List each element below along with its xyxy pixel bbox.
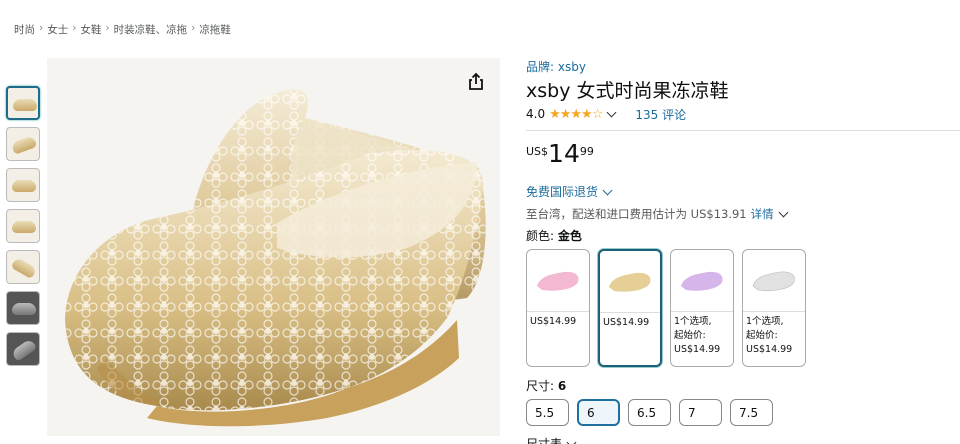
price-currency: US$: [526, 145, 549, 158]
color-swatches: US$14.99 US$14.99 1个选项, 起始价: US$14.99 1个…: [526, 249, 960, 367]
swatch-purple[interactable]: 1个选项, 起始价: US$14.99: [670, 249, 734, 367]
size-selected: 6: [557, 379, 567, 393]
breadcrumb-separator: ›: [39, 22, 44, 34]
swatch-shoe-clear: [752, 271, 795, 291]
share-icon[interactable]: [466, 72, 486, 92]
breadcrumb-separator: ›: [105, 22, 110, 34]
price-whole: 14: [548, 139, 580, 168]
import-fees: 至台湾，配送和进口费用估计为 US$13.91 详情: [526, 206, 960, 222]
swatch-from: 起始价:: [746, 330, 778, 341]
size-option[interactable]: 6: [577, 399, 620, 426]
breadcrumb-separator: ›: [72, 22, 77, 34]
swatch-shoe-purple: [681, 271, 723, 291]
thumbnail[interactable]: [6, 209, 40, 243]
swatch-options: 1个选项,: [674, 316, 712, 327]
swatch-shoe-pink: [537, 271, 579, 291]
color-selector-label: 颜色: 金色: [526, 227, 960, 244]
size-chart-link[interactable]: 尺寸表: [526, 435, 960, 444]
swatch-price: US$14.99: [746, 344, 793, 355]
thumbnail-strip: [6, 86, 42, 373]
breadcrumb-separator: ›: [191, 22, 196, 34]
breadcrumb-item[interactable]: 时尚: [14, 22, 35, 37]
divider: [526, 130, 960, 131]
brand-label: 品牌:: [526, 60, 555, 74]
swatch-from: 起始价:: [674, 330, 706, 341]
rating-value: 4.0: [526, 107, 546, 121]
rating-row: 4.0 ★★★★☆ 135 评论: [526, 104, 960, 124]
swatch-price: US$14.99: [674, 344, 721, 355]
size-option[interactable]: 7: [679, 399, 722, 426]
swatch-shoe-gold: [609, 272, 651, 292]
free-returns-link[interactable]: 免费国际退货: [526, 183, 960, 200]
jelly-shoes-illustration: [65, 89, 486, 427]
chevron-down-icon[interactable]: [778, 207, 789, 218]
thumbnail[interactable]: [6, 250, 40, 284]
size-selector-label: 尺寸: 6: [526, 377, 960, 394]
swatch-options: 1个选项,: [746, 316, 784, 327]
price: US$ 14 99: [526, 141, 960, 173]
star-rating-icon[interactable]: ★★★★☆: [549, 107, 603, 122]
product-page: 时尚 › 女士 › 女鞋 › 时装凉鞋、凉拖 › 凉拖鞋 品牌: xsby xs…: [0, 0, 960, 444]
swatch-image: [527, 250, 589, 312]
chevron-down-icon: [602, 185, 613, 195]
swatch-price: US$14.99: [530, 316, 577, 327]
product-image[interactable]: [47, 58, 500, 436]
thumbnail[interactable]: [6, 332, 40, 366]
thumbnail[interactable]: [6, 86, 40, 120]
brand-line: 品牌: xsby: [526, 58, 960, 74]
swatch-image: [743, 250, 805, 312]
swatch-gold[interactable]: US$14.99: [598, 249, 662, 367]
thumbnail[interactable]: [6, 168, 40, 202]
swatch-clear[interactable]: 1个选项, 起始价: US$14.99: [742, 249, 806, 367]
breadcrumb-item[interactable]: 时装凉鞋、凉拖: [114, 22, 188, 37]
chevron-down-icon: [566, 437, 577, 444]
product-title: xsby 女式时尚果冻凉鞋: [526, 80, 729, 102]
color-label: 颜色:: [526, 229, 555, 243]
thumbnail[interactable]: [6, 127, 40, 161]
swatch-pink[interactable]: US$14.99: [526, 249, 590, 367]
price-fraction: 99: [579, 145, 594, 158]
breadcrumb: 时尚 › 女士 › 女鞋 › 时装凉鞋、凉拖 › 凉拖鞋: [14, 22, 231, 37]
breadcrumb-item[interactable]: 女鞋: [80, 22, 101, 37]
details-link[interactable]: 详情: [751, 206, 774, 222]
size-options: 5.5 6 6.5 7 7.5: [526, 399, 960, 426]
swatch-image: [600, 251, 660, 313]
size-option[interactable]: 5.5: [526, 399, 569, 426]
color-selected: 金色: [557, 229, 582, 243]
breadcrumb-item[interactable]: 凉拖鞋: [199, 22, 231, 37]
thumbnail[interactable]: [6, 291, 40, 325]
swatch-image: [671, 250, 733, 312]
brand-link[interactable]: xsby: [558, 60, 586, 74]
product-info: 品牌: xsby xsby 女式时尚果冻凉鞋 4.0 ★★★★☆ 135 评论 …: [526, 58, 960, 444]
free-returns-label: 免费国际退货: [526, 185, 599, 199]
size-label: 尺寸:: [526, 379, 555, 393]
reviews-link[interactable]: 135 评论: [635, 106, 686, 123]
size-option[interactable]: 7.5: [730, 399, 773, 426]
swatch-price: US$14.99: [603, 317, 650, 328]
size-option[interactable]: 6.5: [628, 399, 671, 426]
chevron-down-icon[interactable]: [606, 107, 617, 118]
size-chart-label: 尺寸表: [526, 437, 563, 444]
breadcrumb-item[interactable]: 女士: [47, 22, 68, 37]
import-fees-text: 至台湾，配送和进口费用估计为 US$13.91: [526, 207, 747, 221]
